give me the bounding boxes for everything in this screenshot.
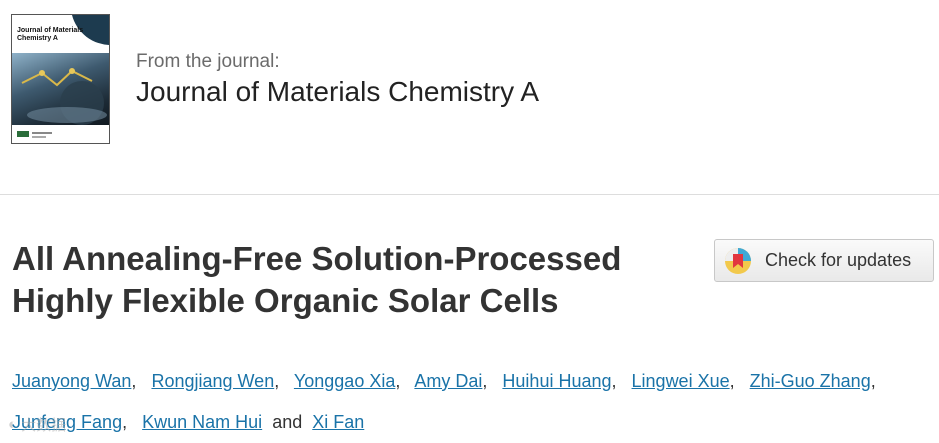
watermark-text: 大数据: [21, 417, 67, 434]
section-divider: [0, 194, 939, 195]
author-separator: ,: [482, 371, 488, 391]
publisher-logo-icon: [17, 131, 52, 138]
journal-cover-image[interactable]: Journal of Materials Chemistry A: [11, 14, 110, 144]
journal-name-link[interactable]: Journal of Materials Chemistry A: [136, 76, 539, 108]
author-conjunction: and: [272, 412, 303, 432]
author-link[interactable]: Zhi-Guo Zhang: [750, 371, 871, 391]
check-for-updates-button[interactable]: Check for updates: [714, 239, 934, 282]
cover-artwork: [12, 53, 109, 127]
check-for-updates-label: Check for updates: [765, 250, 912, 270]
watermark: ◐ 大数据: [8, 414, 66, 435]
article-title: All Annealing-Free Solution-Processed Hi…: [12, 240, 622, 319]
author-separator: ,: [274, 371, 280, 391]
author-separator: ,: [122, 412, 128, 432]
crossmark-icon: [724, 247, 752, 275]
author-separator: ,: [131, 371, 137, 391]
author-link[interactable]: Yonggao Xia: [294, 371, 395, 391]
author-link[interactable]: Lingwei Xue: [632, 371, 730, 391]
author-separator: ,: [870, 371, 876, 391]
from-journal-label: From the journal:: [136, 51, 280, 72]
author-link[interactable]: Kwun Nam Hui: [142, 412, 262, 432]
author-separator: ,: [729, 371, 735, 391]
author-link[interactable]: Huihui Huang: [502, 371, 611, 391]
author-link[interactable]: Xi Fan: [312, 412, 364, 432]
cover-footer: [12, 125, 109, 143]
journal-header: Journal of Materials Chemistry A From th…: [11, 14, 911, 148]
author-list: Juanyong Wan, Rongjiang Wen, Yonggao Xia…: [12, 361, 932, 443]
author-link[interactable]: Juanyong Wan: [12, 371, 131, 391]
cover-title: Journal of Materials Chemistry A: [17, 27, 84, 42]
cover-art-shapes: [21, 68, 107, 125]
author-link[interactable]: Amy Dai: [414, 371, 482, 391]
watermark-icon: ◐: [8, 416, 18, 433]
author-separator: ,: [611, 371, 617, 391]
author-separator: ,: [395, 371, 401, 391]
author-link[interactable]: Rongjiang Wen: [151, 371, 274, 391]
